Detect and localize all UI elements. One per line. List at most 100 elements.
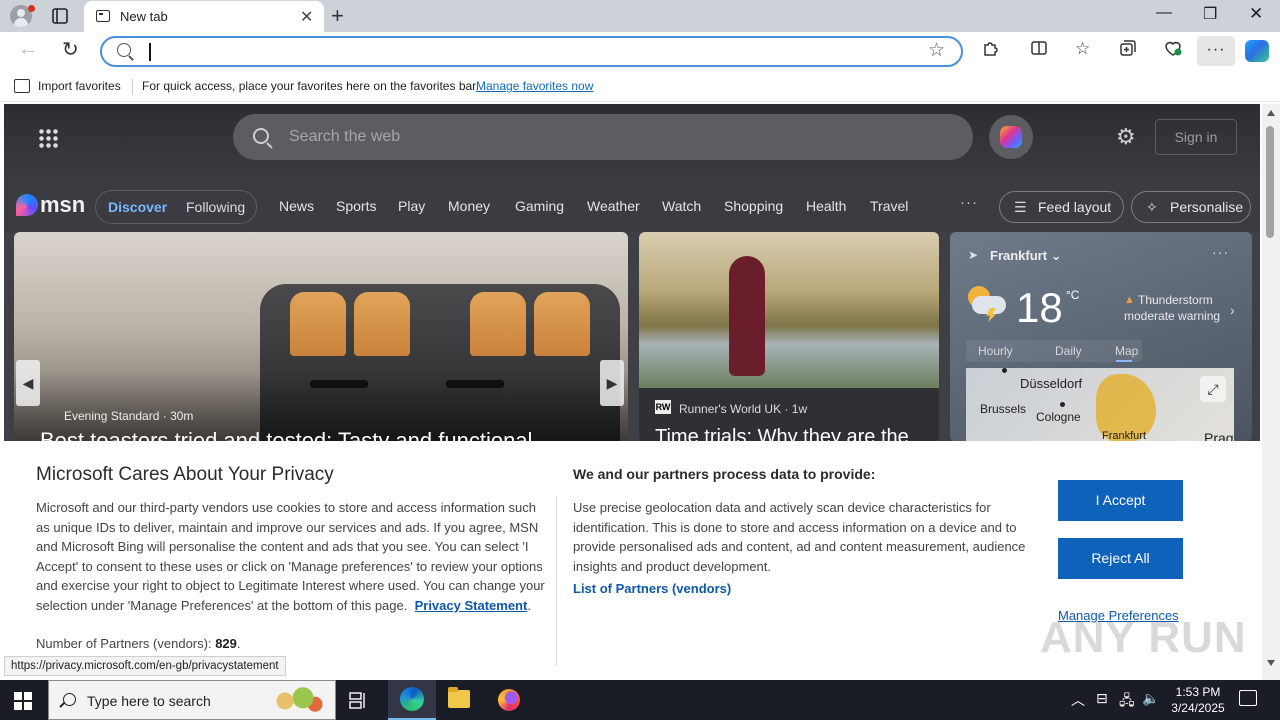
- tab-discover[interactable]: Discover: [108, 199, 167, 215]
- carousel-prev-button[interactable]: ◀: [16, 360, 40, 406]
- page-scrollbar[interactable]: [1262, 104, 1280, 680]
- tab-new-tab[interactable]: New tab ✕: [84, 1, 324, 32]
- msn-logo-text: msn: [40, 192, 86, 217]
- import-favorites-icon[interactable]: [14, 79, 30, 93]
- nav-health[interactable]: Health: [806, 198, 846, 214]
- file-explorer-icon[interactable]: [448, 687, 470, 708]
- split-screen-icon[interactable]: [1030, 39, 1048, 57]
- msn-copilot-icon[interactable]: [989, 115, 1033, 159]
- nav-money[interactable]: Money: [448, 198, 490, 214]
- nav-watch[interactable]: Watch: [662, 198, 701, 214]
- nav-news[interactable]: News: [279, 198, 314, 214]
- sliders-icon: ☰: [1014, 199, 1027, 215]
- sign-in-button[interactable]: Sign in: [1155, 119, 1237, 155]
- weather-unit: °C: [1066, 288, 1080, 302]
- web-search-input[interactable]: [289, 126, 949, 148]
- address-input[interactable]: [148, 41, 908, 63]
- new-tab-button[interactable]: +: [331, 3, 344, 29]
- taskbar-search-box[interactable]: Type here to search: [48, 680, 336, 720]
- map-city-dot: [1060, 402, 1065, 407]
- weather-tab-daily[interactable]: Daily: [1055, 344, 1082, 358]
- chevron-right-icon[interactable]: ›: [1230, 302, 1235, 318]
- tab-actions-icon[interactable]: [48, 6, 72, 26]
- taskbar-edge-button[interactable]: [388, 680, 436, 720]
- hero-title[interactable]: Best toasters tried and tested: Tasty an…: [40, 428, 532, 442]
- weather-alert-line2: moderate warning: [1124, 309, 1221, 323]
- hero-card[interactable]: ◀ ▶ Evening Standard · 30m Best toasters…: [14, 232, 628, 442]
- expand-icon[interactable]: ⤢: [1200, 376, 1226, 402]
- nav-more-button[interactable]: ···: [960, 194, 978, 211]
- web-search-box[interactable]: [233, 114, 973, 160]
- weather-map[interactable]: Düsseldorf Brussels Cologne Frankfurt Pr…: [966, 368, 1234, 442]
- browser-essentials-icon[interactable]: [1163, 39, 1183, 57]
- volume-icon[interactable]: 🔈: [1142, 690, 1159, 707]
- collections-icon[interactable]: [1119, 39, 1137, 57]
- copilot-icon[interactable]: [1245, 40, 1269, 62]
- personalise-button[interactable]: ✧ Personalise: [1131, 191, 1251, 223]
- privacy-divider: [556, 496, 557, 666]
- weather-more-button[interactable]: ···: [1212, 244, 1229, 260]
- restore-button[interactable]: ❐: [1203, 4, 1217, 24]
- nav-weather[interactable]: Weather: [587, 198, 640, 214]
- weather-alert[interactable]: ▲ Thunderstorm moderate warning: [1124, 292, 1234, 324]
- notifications-icon[interactable]: [1239, 690, 1257, 706]
- network-icon[interactable]: 🖧: [1119, 690, 1135, 714]
- location-arrow-icon: ➤: [968, 248, 979, 262]
- feed-layout-button[interactable]: ☰ Feed layout: [999, 191, 1124, 223]
- thunderstorm-icon: [966, 284, 1006, 322]
- firefox-icon[interactable]: [498, 689, 520, 711]
- extensions-icon[interactable]: [982, 39, 1000, 57]
- tab-following[interactable]: Following: [186, 199, 245, 215]
- close-tab-icon[interactable]: ✕: [300, 7, 313, 27]
- personalise-label: Personalise: [1170, 199, 1244, 215]
- nav-travel[interactable]: Travel: [870, 198, 908, 214]
- favorites-bar-divider: [132, 79, 133, 95]
- task-view-icon[interactable]: [348, 690, 368, 710]
- news-card-source: Runner's World UK · 1w: [679, 402, 808, 416]
- tray-device-icon[interactable]: ⊟: [1096, 690, 1108, 707]
- favorites-icon[interactable]: ☆: [1075, 39, 1090, 59]
- partners-count: 829: [215, 636, 237, 651]
- reject-all-button[interactable]: Reject All: [1058, 538, 1183, 579]
- app-launcher-icon[interactable]: [38, 128, 58, 148]
- scroll-thumb[interactable]: [1266, 126, 1274, 238]
- scroll-up-arrow-icon[interactable]: [1267, 110, 1275, 116]
- reload-button[interactable]: ↻: [62, 37, 79, 62]
- address-bar[interactable]: ☆: [100, 36, 963, 67]
- new-tab-favicon-icon: [96, 10, 110, 22]
- news-card[interactable]: RW Runner's World UK · 1w Time trials: W…: [639, 232, 939, 442]
- minimize-button[interactable]: —: [1156, 4, 1172, 22]
- clock-time: 1:53 PM: [1175, 685, 1221, 699]
- msn-logo[interactable]: msn: [16, 192, 86, 220]
- privacy-statement-link[interactable]: Privacy Statement: [415, 598, 528, 613]
- back-button[interactable]: ←: [18, 38, 38, 61]
- nav-play[interactable]: Play: [398, 198, 425, 214]
- import-favorites-button[interactable]: Import favorites: [38, 79, 121, 93]
- news-card-title[interactable]: Time trials: Why they are the: [655, 426, 909, 442]
- taskbar-clock[interactable]: 1:53 PM 3/24/2025: [1168, 684, 1228, 716]
- taskbar-search-placeholder: Type here to search: [87, 693, 211, 709]
- window-close-button[interactable]: ✕: [1249, 4, 1263, 24]
- active-tab-indicator: [1116, 360, 1132, 362]
- add-favorite-star-icon[interactable]: ☆: [928, 39, 945, 62]
- weather-card[interactable]: ➤ Frankfurt ⌄ ··· 18 °C ▲ Thunderstorm m…: [950, 232, 1252, 442]
- scroll-down-arrow-icon[interactable]: [1267, 660, 1275, 666]
- nav-sports[interactable]: Sports: [336, 198, 376, 214]
- search-icon: [117, 43, 131, 57]
- process-body: Use precise geolocation data and activel…: [573, 500, 1026, 574]
- gear-icon[interactable]: ⚙: [1116, 124, 1136, 150]
- manage-favorites-link[interactable]: Manage favorites now: [476, 79, 593, 93]
- weather-tab-map[interactable]: Map: [1115, 344, 1138, 358]
- weather-location[interactable]: Frankfurt ⌄: [990, 248, 1062, 264]
- settings-and-more-button[interactable]: ···: [1197, 36, 1235, 66]
- show-hidden-icons-chevron-icon[interactable]: ︿: [1071, 690, 1085, 710]
- windows-logo-pane: [14, 702, 22, 710]
- carousel-next-button[interactable]: ▶: [600, 360, 624, 406]
- nav-shopping[interactable]: Shopping: [724, 198, 783, 214]
- nav-gaming[interactable]: Gaming: [515, 198, 564, 214]
- privacy-consent-banner: Microsoft Cares About Your Privacy Micro…: [4, 441, 1260, 680]
- weather-tab-hourly[interactable]: Hourly: [978, 344, 1013, 358]
- windows-start-icon[interactable]: [14, 692, 32, 710]
- list-of-partners-link[interactable]: List of Partners (vendors): [573, 581, 731, 596]
- accept-button[interactable]: I Accept: [1058, 480, 1183, 521]
